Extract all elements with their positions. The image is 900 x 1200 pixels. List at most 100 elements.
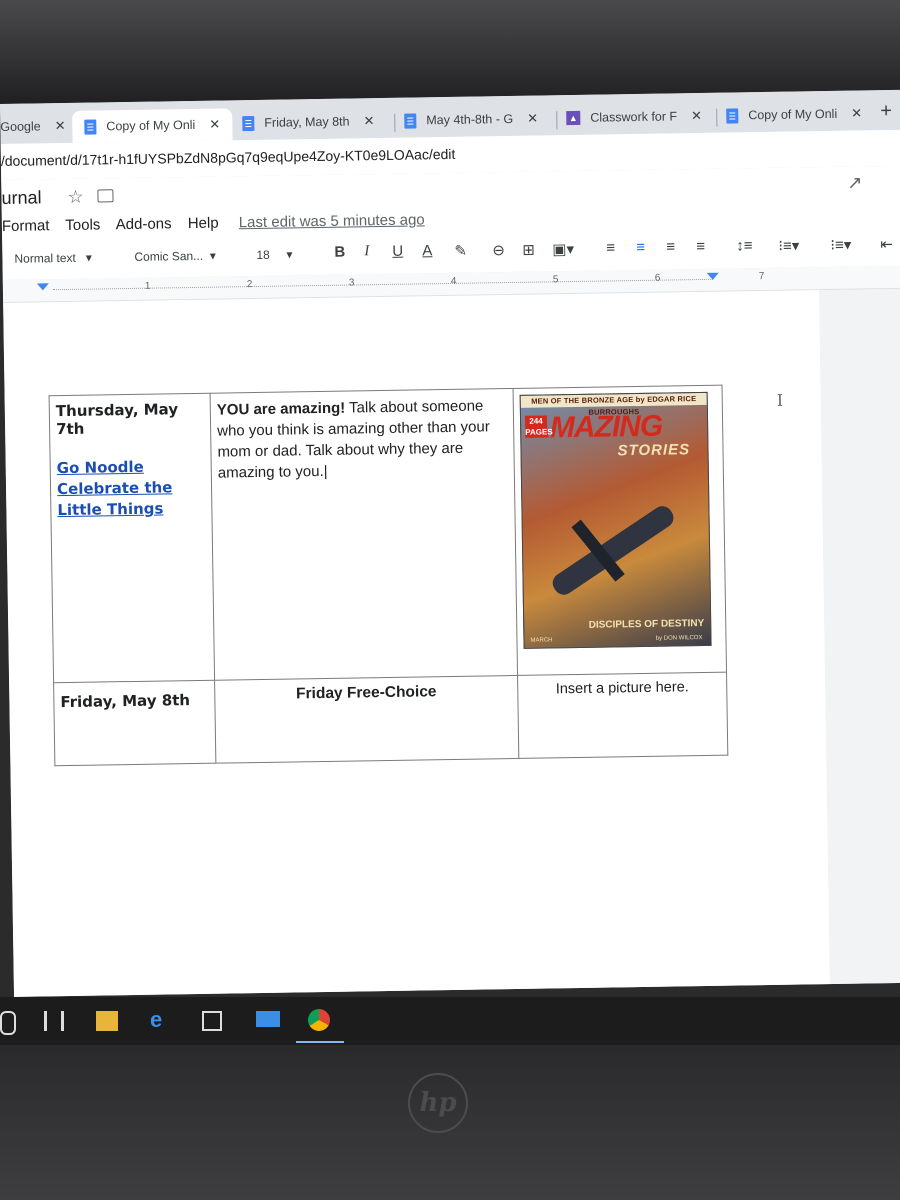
cover-subtitle: STORIES [617,441,691,460]
mouse-ibeam-cursor-icon: I [776,390,784,410]
table-cell[interactable]: Insert a picture here. [517,672,728,759]
font-size-dropdown[interactable]: 18 ▾ [256,247,292,262]
decrease-indent-icon[interactable]: ⇤ [880,235,893,253]
style-value: Normal text [14,250,76,266]
cover-month: MARCH [530,637,553,644]
text-color-button[interactable]: A [422,242,432,259]
close-tab-icon[interactable]: ✕ [55,118,66,134]
close-tab-icon[interactable]: ✕ [363,113,374,129]
new-tab-button[interactable]: + [880,100,892,123]
go-noodle-link[interactable]: Go Noodle [57,456,205,479]
laptop-bezel-bottom: hp [0,1045,900,1200]
table-cell[interactable]: Friday Free-Choice [214,675,519,764]
tab-separator [556,111,558,130]
document-page[interactable]: Thursday, May 7th Go Noodle Celebrate th… [3,290,831,997]
close-tab-icon[interactable]: ✕ [851,105,862,121]
activity-trend-icon[interactable]: ↗ [847,172,862,193]
close-tab-icon[interactable]: ✕ [691,108,702,124]
tab-label: Google [0,119,41,134]
highlight-icon[interactable]: ✎ [454,242,467,260]
tab-copy-of-my-online-2[interactable]: Copy of My Onli ✕ [726,98,862,130]
cover-top-banner: MEN OF THE BRONZE AGE by EDGAR RICE BURR… [520,392,707,417]
tab-classwork[interactable]: ▲ Classwork for F ✕ [566,101,702,133]
tab-label: Copy of My Onli [748,106,838,123]
classroom-icon: ▲ [566,110,581,126]
italic-button[interactable]: I [364,243,369,260]
align-right-icon[interactable]: ≡ [666,238,675,255]
url-text[interactable]: /document/d/17t1r-h1fUYSPbZdN8pGq7q9eqUp… [1,146,456,169]
ruler-number: 1 [144,280,151,292]
table-cell[interactable]: Thursday, May 7th Go Noodle Celebrate th… [49,393,215,683]
ruler-number: 2 [246,279,253,291]
insert-comment-icon[interactable]: ⊞ [522,241,535,259]
link-icon[interactable]: ⊖ [492,241,505,259]
font-dropdown[interactable]: Comic San... ▾ [134,249,216,264]
right-indent-marker[interactable] [706,272,719,280]
mail-icon[interactable] [256,1011,280,1027]
move-to-folder-icon[interactable] [97,189,114,203]
bulleted-list-icon[interactable]: ⁝≡▾ [830,236,851,254]
date-label: Friday, May 8th [60,691,191,712]
menu-format[interactable]: Format [2,217,50,235]
ruler-number: 5 [552,274,559,286]
celebrate-little-things-link[interactable]: Celebrate the Little Things [57,477,206,521]
journal-table[interactable]: Thursday, May 7th Go Noodle Celebrate th… [49,385,729,767]
left-indent-marker[interactable] [36,283,49,291]
table-row: Thursday, May 7th Go Noodle Celebrate th… [49,385,727,683]
docs-icon [242,115,255,131]
ruler-number: 7 [758,271,765,283]
free-choice-label: Friday Free-Choice [295,683,437,703]
tab-google[interactable]: Google ✕ [0,111,66,142]
store-icon[interactable] [202,1011,222,1031]
menu-bar: Format Tools Add-ons Help Last edit was … [2,211,437,235]
docs-icon [404,112,417,129]
numbered-list-icon[interactable]: ⁝≡▾ [778,236,799,254]
page-side-margin [819,288,900,991]
ruler-number: 4 [450,275,457,287]
insert-picture-placeholder: Insert a picture here. [555,679,689,698]
hp-logo: hp [408,1073,468,1133]
docs-icon [726,107,739,124]
text-cursor: | [323,462,328,480]
underline-button[interactable]: U [392,243,403,260]
tab-separator [394,113,396,132]
table-cell[interactable]: Friday, May 8th [53,680,216,766]
table-cell[interactable]: YOU are amazing! Talk about someone who … [210,388,518,681]
tab-label: May 4th-8th - G [426,111,514,128]
close-tab-icon[interactable]: ✕ [527,111,538,127]
microphone-icon[interactable] [0,1011,16,1035]
table-cell[interactable]: MEN OF THE BRONZE AGE by EDGAR RICE BURR… [513,385,727,676]
tab-label: Copy of My Onli [106,117,196,134]
amazing-stories-cover-image[interactable]: MEN OF THE BRONZE AGE by EDGAR RICE BURR… [519,391,712,649]
menu-tools[interactable]: Tools [65,216,100,234]
star-icon[interactable]: ☆ [67,187,83,208]
cover-story-title: DISCIPLES OF DESTINY [588,618,705,631]
cover-plane-illustration [548,502,678,599]
justify-icon[interactable]: ≡ [696,238,705,255]
line-spacing-icon[interactable]: ↕≡ [736,237,753,254]
windows-taskbar: e [0,997,900,1045]
ruler-number: 6 [654,272,661,284]
insert-image-icon[interactable]: ▣▾ [552,240,574,258]
close-tab-icon[interactable]: ✕ [209,117,220,133]
tab-separator [716,108,718,127]
align-center-icon[interactable]: ≡ [636,239,645,256]
edge-icon[interactable]: e [150,1007,172,1032]
paragraph-style-dropdown[interactable]: Normal text ▾ [14,251,92,266]
menu-help[interactable]: Help [188,215,219,232]
menu-add-ons[interactable]: Add-ons [116,215,172,233]
tab-may-4th-8th[interactable]: May 4th-8th - G ✕ [404,104,538,136]
align-left-icon[interactable]: ≡ [606,239,615,256]
ruler-track [52,278,713,292]
last-edit-link[interactable]: Last edit was 5 minutes ago [239,211,425,231]
size-value: 18 [256,247,270,262]
file-explorer-icon[interactable] [96,1011,118,1031]
bold-button[interactable]: B [334,244,345,261]
tab-copy-of-my-online-active[interactable]: Copy of My Onli ✕ [72,108,233,143]
font-value: Comic San... [134,248,204,264]
chrome-icon[interactable] [308,1009,330,1031]
document-title[interactable]: urnal [1,187,41,209]
journal-prompt: YOU are amazing! Talk about someone who … [217,395,508,484]
tab-friday-may-8th[interactable]: Friday, May 8th ✕ [242,106,375,138]
task-view-icon[interactable] [44,1011,64,1031]
